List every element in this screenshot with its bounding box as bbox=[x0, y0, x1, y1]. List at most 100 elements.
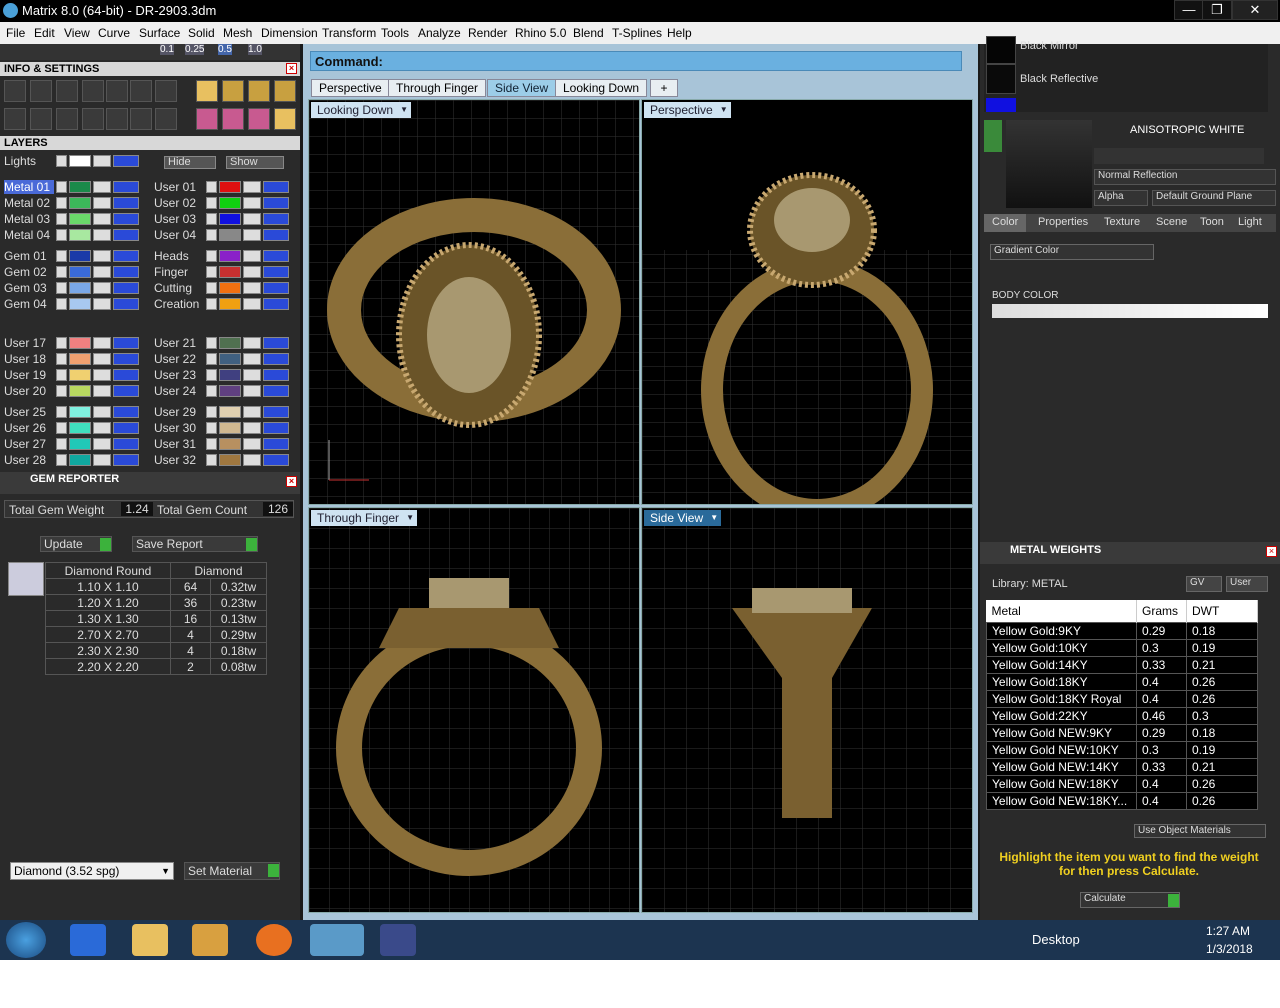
lock-icon[interactable] bbox=[93, 353, 111, 365]
expand-icon[interactable] bbox=[206, 353, 217, 365]
table-row[interactable]: 1.20 X 1.20 36 0.23tw bbox=[45, 594, 267, 611]
visibility-toggle[interactable] bbox=[263, 181, 289, 193]
lock-icon[interactable] bbox=[243, 385, 261, 397]
lock-icon[interactable] bbox=[243, 422, 261, 434]
expand-icon[interactable] bbox=[206, 282, 217, 294]
visibility-toggle[interactable] bbox=[263, 298, 289, 310]
viewport-label[interactable]: Through Finger bbox=[311, 510, 418, 526]
monitor-tool-icon[interactable] bbox=[30, 108, 52, 130]
table-row[interactable]: Yellow Gold:14KY 0.33 0.21 bbox=[986, 655, 1258, 674]
close-button[interactable]: ✕ bbox=[1232, 0, 1278, 20]
layer-color-swatch[interactable] bbox=[69, 422, 91, 434]
layer-color-swatch[interactable] bbox=[219, 337, 241, 349]
tab-light[interactable]: Light bbox=[1238, 216, 1262, 228]
tab-looking-down[interactable]: Looking Down bbox=[555, 79, 648, 97]
alpha-toggle[interactable]: Alpha bbox=[1094, 190, 1148, 206]
visibility-toggle[interactable] bbox=[113, 406, 139, 418]
visibility-toggle[interactable] bbox=[263, 197, 289, 209]
layer-color-swatch[interactable] bbox=[219, 422, 241, 434]
pin3-tool-icon[interactable] bbox=[248, 108, 270, 130]
visibility-toggle[interactable] bbox=[113, 266, 139, 278]
tab-texture[interactable]: Texture bbox=[1104, 216, 1140, 228]
lock-icon[interactable] bbox=[93, 385, 111, 397]
expand-icon[interactable] bbox=[206, 298, 217, 310]
layer-color-swatch[interactable] bbox=[219, 353, 241, 365]
menu-analyze[interactable]: Analyze bbox=[418, 26, 461, 40]
table-row[interactable]: Yellow Gold:18KY Royal 0.4 0.26 bbox=[986, 689, 1258, 708]
expand-icon[interactable] bbox=[56, 438, 67, 450]
expand-icon[interactable] bbox=[56, 353, 67, 365]
viewport-looking-down[interactable]: Looking Down bbox=[308, 99, 640, 505]
update-button[interactable]: Update bbox=[40, 536, 112, 552]
lock-icon[interactable] bbox=[243, 353, 261, 365]
visibility-toggle[interactable] bbox=[113, 213, 139, 225]
layer-color-swatch[interactable] bbox=[69, 385, 91, 397]
layer-row[interactable]: Metal 03 bbox=[4, 212, 144, 227]
expand-icon[interactable] bbox=[206, 181, 217, 193]
layer-row[interactable]: Metal 01 bbox=[4, 180, 144, 195]
table-row[interactable]: Yellow Gold:22KY 0.46 0.3 bbox=[986, 706, 1258, 725]
visibility-toggle[interactable] bbox=[263, 282, 289, 294]
expand-icon[interactable] bbox=[206, 454, 217, 466]
layer-color-swatch[interactable] bbox=[69, 369, 91, 381]
layer-row[interactable]: User 02 bbox=[154, 196, 294, 211]
expand-icon[interactable] bbox=[206, 229, 217, 241]
show-button[interactable]: Show bbox=[226, 156, 284, 169]
layer-row[interactable]: User 26 bbox=[4, 421, 144, 436]
layer-color-swatch[interactable] bbox=[69, 181, 91, 193]
lock-icon[interactable] bbox=[93, 213, 111, 225]
visibility-toggle[interactable] bbox=[263, 353, 289, 365]
layer3-tool-icon[interactable] bbox=[274, 80, 296, 102]
visibility-toggle[interactable] bbox=[113, 250, 139, 262]
list-tool-icon[interactable] bbox=[155, 108, 177, 130]
layer-row[interactable]: User 31 bbox=[154, 437, 294, 452]
visibility-toggle[interactable] bbox=[263, 385, 289, 397]
layer-color-swatch[interactable] bbox=[219, 181, 241, 193]
collapse-arrow-icon[interactable] bbox=[984, 120, 1002, 152]
tab-properties[interactable]: Properties bbox=[1038, 216, 1088, 228]
add-tab-icon[interactable]: + bbox=[650, 79, 678, 97]
table-row[interactable]: 2.20 X 2.20 2 0.08tw bbox=[45, 658, 267, 675]
visibility-toggle[interactable] bbox=[263, 422, 289, 434]
layer-row[interactable]: User 29 bbox=[154, 405, 294, 420]
close-icon[interactable]: × bbox=[1266, 546, 1277, 557]
menu-help[interactable]: Help bbox=[667, 26, 692, 40]
layer-tool-icon[interactable] bbox=[222, 80, 244, 102]
lock-icon[interactable] bbox=[243, 197, 261, 209]
menu-dimension[interactable]: Dimension bbox=[261, 26, 318, 40]
layer-color-swatch[interactable] bbox=[219, 229, 241, 241]
layer-color-swatch[interactable] bbox=[219, 454, 241, 466]
lock-icon[interactable] bbox=[93, 197, 111, 209]
ie-icon[interactable] bbox=[70, 924, 106, 956]
maximize-button[interactable]: ❐ bbox=[1202, 0, 1232, 20]
layer-color-swatch[interactable] bbox=[219, 406, 241, 418]
visibility-toggle[interactable] bbox=[263, 337, 289, 349]
color-swatch[interactable] bbox=[69, 155, 91, 167]
lock-icon[interactable] bbox=[93, 369, 111, 381]
command-line[interactable]: Command: bbox=[310, 51, 962, 71]
menu-curve[interactable]: Curve bbox=[98, 26, 130, 40]
snap-value-3[interactable]: 0.5 bbox=[218, 44, 232, 55]
expand-icon[interactable] bbox=[56, 337, 67, 349]
layer-color-swatch[interactable] bbox=[69, 282, 91, 294]
visibility-toggle[interactable] bbox=[263, 406, 289, 418]
menu-transform[interactable]: Transform bbox=[322, 26, 376, 40]
expand-icon[interactable] bbox=[206, 369, 217, 381]
expand-icon[interactable] bbox=[206, 337, 217, 349]
lock-icon[interactable] bbox=[243, 369, 261, 381]
layer-row[interactable]: User 17 bbox=[4, 336, 144, 351]
lights-row[interactable]: Lights bbox=[4, 154, 154, 169]
viewport-label[interactable]: Side View bbox=[644, 510, 722, 526]
layer-color-swatch[interactable] bbox=[219, 250, 241, 262]
lock-icon[interactable] bbox=[243, 266, 261, 278]
start-button[interactable] bbox=[6, 922, 46, 958]
visibility-toggle[interactable] bbox=[113, 181, 139, 193]
layer-row[interactable]: User 23 bbox=[154, 368, 294, 383]
menu-render[interactable]: Render bbox=[468, 26, 507, 40]
layer-row[interactable]: User 03 bbox=[154, 212, 294, 227]
edit-tool-icon[interactable] bbox=[130, 80, 152, 102]
table-row[interactable]: 1.10 X 1.10 64 0.32tw bbox=[45, 578, 267, 595]
lock-icon[interactable] bbox=[93, 155, 111, 167]
pin2-tool-icon[interactable] bbox=[222, 108, 244, 130]
expand-icon[interactable] bbox=[56, 282, 67, 294]
